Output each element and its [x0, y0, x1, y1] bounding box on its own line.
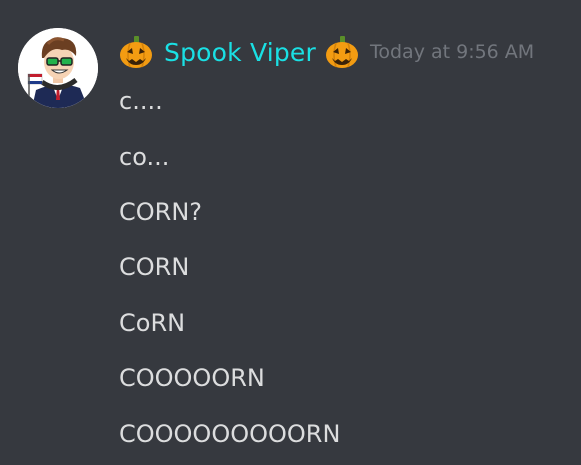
message-line: CORN — [119, 253, 190, 281]
message-line: co... — [119, 143, 170, 171]
message-line: COOOOOOOOORN — [119, 420, 341, 448]
message-group: Spook Viper Today at 9:56 AM c.... co...… — [0, 0, 581, 465]
message-line: c.... — [119, 87, 163, 115]
jack-o-lantern-icon — [324, 34, 360, 70]
message-line: CoRN — [119, 309, 186, 337]
jack-o-lantern-icon — [118, 34, 154, 70]
message-line: COOOOORN — [119, 364, 265, 392]
message-timestamp[interactable]: Today at 9:56 AM — [370, 41, 534, 63]
avatar[interactable] — [18, 28, 98, 108]
avatar-image — [18, 28, 98, 108]
message-line: CORN? — [119, 198, 203, 226]
username[interactable]: Spook Viper — [164, 38, 316, 67]
message-header: Spook Viper Today at 9:56 AM — [118, 30, 534, 74]
